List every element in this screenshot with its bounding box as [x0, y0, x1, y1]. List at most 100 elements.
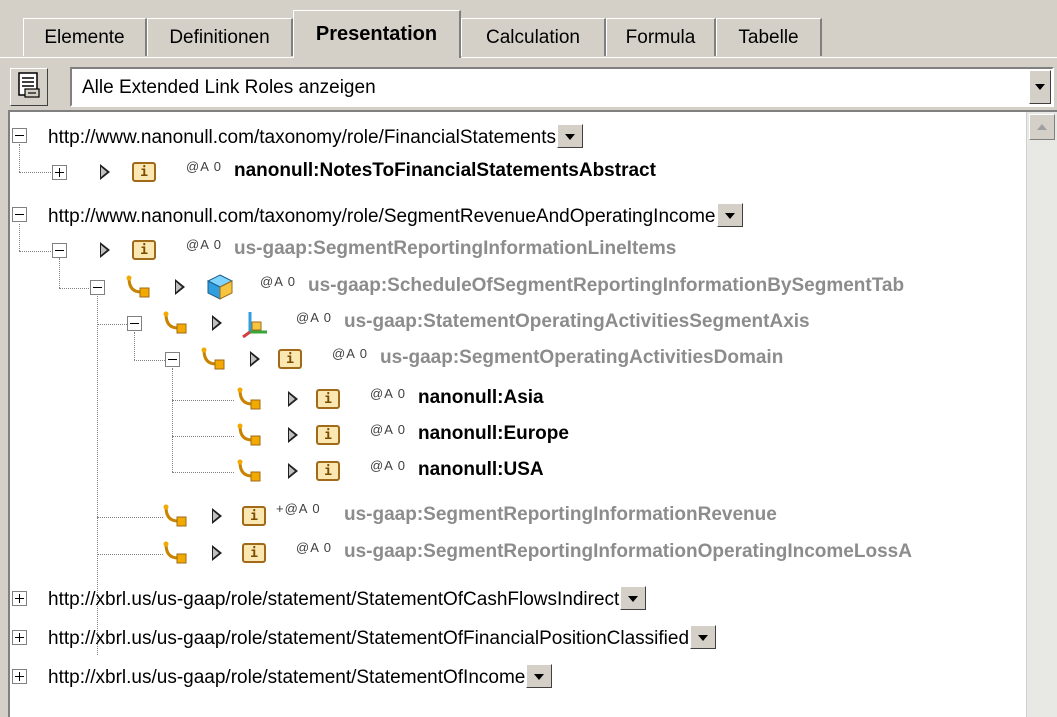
- collapse-icon[interactable]: [165, 352, 180, 367]
- hypercube-icon: [206, 273, 234, 306]
- tree-node-row: i @A 0 us-gaap:SegmentOperatingActivitie…: [10, 341, 1020, 377]
- arc-icon: [125, 275, 150, 299]
- tab-divider: [0, 57, 1057, 58]
- node-attributes: @A 0: [296, 540, 332, 555]
- collapse-icon[interactable]: [127, 316, 142, 331]
- node-name[interactable]: nanonull:Asia: [418, 387, 544, 409]
- node-attributes: @A 0: [296, 310, 332, 325]
- tree-role-row: http://www.nanonull.com/taxonomy/role/Se…: [10, 197, 1020, 233]
- collapse-icon[interactable]: [12, 207, 27, 222]
- collapse-icon[interactable]: [12, 128, 27, 143]
- arrow-right-icon[interactable]: [100, 164, 110, 180]
- presentation-window: Elemente Definitionen Presentation Calcu…: [0, 0, 1057, 717]
- arrow-right-icon[interactable]: [212, 508, 222, 524]
- node-attributes: @A 0: [186, 237, 222, 252]
- node-attributes: @A 0: [260, 274, 296, 289]
- node-attributes: @A 0: [370, 422, 406, 437]
- node-attributes: @A 0: [332, 346, 368, 361]
- item-icon: i: [316, 425, 340, 445]
- link-role-filter-select[interactable]: Alle Extended Link Roles anzeigen: [70, 67, 1054, 107]
- role-dropdown-button[interactable]: [690, 625, 717, 649]
- arc-icon: [162, 504, 187, 528]
- toolbar: Alle Extended Link Roles anzeigen: [8, 66, 1054, 108]
- tree-role-row: http://xbrl.us/us-gaap/role/statement/St…: [10, 618, 1020, 654]
- node-name[interactable]: nanonull:NotesToFinancialStatementsAbstr…: [234, 160, 656, 182]
- tab-tabelle[interactable]: Tabelle: [716, 18, 822, 56]
- arrow-right-icon[interactable]: [288, 427, 298, 443]
- arrow-right-icon[interactable]: [288, 463, 298, 479]
- role-uri: http://www.nanonull.com/taxonomy/role/Se…: [48, 206, 716, 227]
- item-icon: i: [278, 349, 302, 369]
- tree-node-row: i @A 0 nanonull:Europe: [10, 417, 1020, 453]
- arc-icon: [200, 347, 225, 371]
- tree-node-row: i @A 0 us-gaap:SegmentReportingInformati…: [10, 232, 1020, 268]
- role-dropdown-button[interactable]: [716, 203, 743, 227]
- arc-icon: [236, 423, 261, 447]
- tab-formula[interactable]: Formula: [606, 18, 716, 56]
- link-roles-button[interactable]: [10, 68, 48, 106]
- role-dropdown-button[interactable]: [556, 124, 583, 148]
- arrow-right-icon[interactable]: [212, 545, 222, 561]
- node-attributes: @A 0: [370, 458, 406, 473]
- item-icon: i: [242, 506, 266, 526]
- item-icon: i: [242, 543, 266, 563]
- arrow-right-icon[interactable]: [175, 279, 185, 295]
- dimension-axis-icon: [240, 308, 270, 343]
- arc-icon: [162, 541, 187, 565]
- tab-bar: Elemente Definitionen Presentation Calcu…: [0, 0, 1057, 58]
- tree-node-row: i +@A 0 us-gaap:SegmentReportingInformat…: [10, 498, 1020, 534]
- tree-node-row: i @A 0 nanonull:NotesToFinancialStatemen…: [10, 155, 1020, 191]
- tree-node-row: @A 0 us-gaap:StatementOperatingActivitie…: [10, 305, 1020, 341]
- tab-presentation[interactable]: Presentation: [293, 10, 461, 58]
- item-icon: i: [132, 162, 156, 182]
- role-uri: http://xbrl.us/us-gaap/role/statement/St…: [48, 628, 690, 649]
- node-name[interactable]: us-gaap:SegmentReportingInformationReven…: [344, 504, 777, 526]
- node-attributes: +@A 0: [276, 501, 321, 516]
- item-icon: i: [132, 240, 156, 260]
- node-attributes: @A 0: [186, 159, 222, 174]
- tree-role-row: http://xbrl.us/us-gaap/role/statement/St…: [10, 657, 1020, 693]
- arrow-right-icon[interactable]: [100, 242, 110, 258]
- expand-icon[interactable]: [52, 165, 67, 180]
- tree-role-row: http://xbrl.us/us-gaap/role/statement/St…: [10, 579, 1020, 615]
- tree-node-row: @A 0 us-gaap:ScheduleOfSegmentReportingI…: [10, 269, 1030, 305]
- arc-icon: [162, 311, 187, 335]
- collapse-icon[interactable]: [52, 243, 67, 258]
- arrow-right-icon[interactable]: [212, 315, 222, 331]
- vertical-scrollbar[interactable]: [1026, 112, 1057, 717]
- expand-icon[interactable]: [12, 591, 27, 606]
- node-name[interactable]: us-gaap:StatementOperatingActivitiesSegm…: [344, 311, 810, 333]
- node-name[interactable]: nanonull:Europe: [418, 423, 569, 445]
- link-roles-icon: [16, 71, 42, 104]
- node-name[interactable]: us-gaap:SegmentReportingInformationOpera…: [344, 541, 912, 563]
- role-dropdown-button[interactable]: [526, 664, 553, 688]
- tree-node-row: i @A 0 nanonull:USA: [10, 453, 1020, 489]
- arc-icon: [236, 387, 261, 411]
- node-name[interactable]: us-gaap:SegmentOperatingActivitiesDomain: [380, 347, 783, 369]
- node-name[interactable]: us-gaap:SegmentReportingInformationLineI…: [234, 238, 676, 260]
- collapse-icon[interactable]: [90, 280, 105, 295]
- role-uri: http://xbrl.us/us-gaap/role/statement/St…: [48, 667, 526, 688]
- node-attributes: @A 0: [370, 386, 406, 401]
- arrow-right-icon[interactable]: [250, 351, 260, 367]
- node-name[interactable]: nanonull:USA: [418, 459, 544, 481]
- item-icon: i: [316, 461, 340, 481]
- presentation-tree: http://www.nanonull.com/taxonomy/role/Fi…: [8, 110, 1057, 717]
- tree-node-row: i @A 0 us-gaap:SegmentReportingInformati…: [10, 535, 1030, 571]
- tab-calculation[interactable]: Calculation: [461, 18, 606, 56]
- tab-definitionen[interactable]: Definitionen: [147, 18, 293, 56]
- tree-node-row: i @A 0 nanonull:Asia: [10, 381, 1020, 417]
- scroll-up-icon[interactable]: [1029, 114, 1055, 140]
- item-icon: i: [316, 389, 340, 409]
- node-name[interactable]: us-gaap:ScheduleOfSegmentReportingInform…: [308, 275, 904, 297]
- tree-role-row: http://www.nanonull.com/taxonomy/role/Fi…: [10, 119, 1020, 155]
- role-dropdown-button[interactable]: [620, 586, 647, 610]
- role-uri: http://www.nanonull.com/taxonomy/role/Fi…: [48, 127, 556, 148]
- expand-icon[interactable]: [12, 669, 27, 684]
- tab-elemente[interactable]: Elemente: [23, 18, 147, 56]
- expand-icon[interactable]: [12, 630, 27, 645]
- arrow-right-icon[interactable]: [288, 391, 298, 407]
- link-role-filter-value: Alle Extended Link Roles anzeigen: [82, 77, 376, 98]
- role-uri: http://xbrl.us/us-gaap/role/statement/St…: [48, 589, 620, 610]
- chevron-down-icon[interactable]: [1029, 70, 1051, 104]
